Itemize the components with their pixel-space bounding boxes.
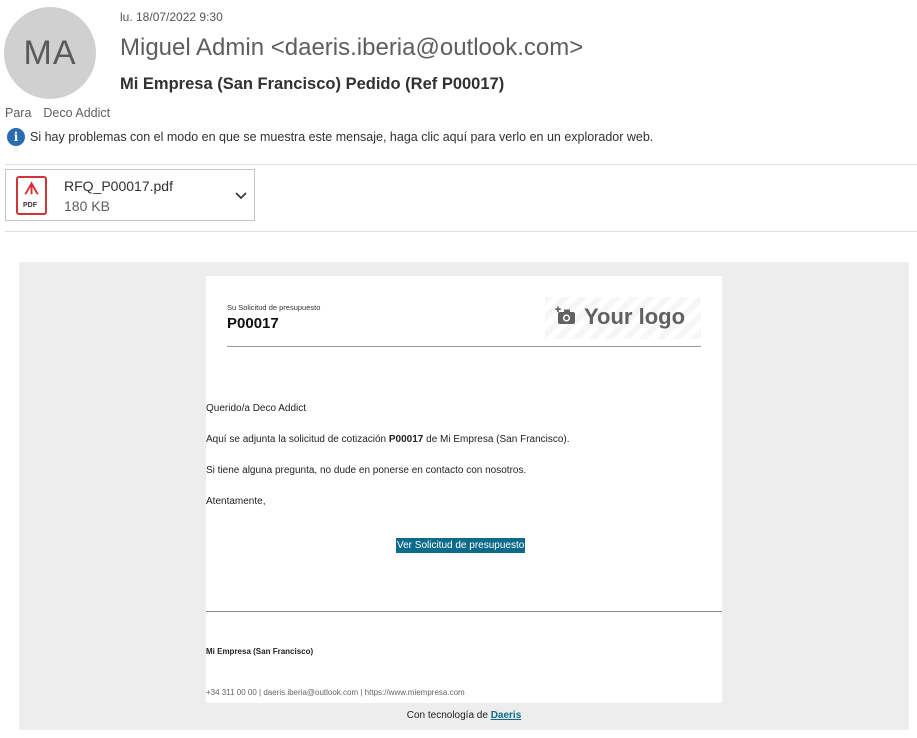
info-message[interactable]: Si hay problemas con el modo en que se m…: [30, 130, 653, 144]
greeting: Querido/a Deco Addict: [206, 403, 307, 414]
message-line-2: Si tiene alguna pregunta, no dude en pon…: [206, 465, 527, 476]
sender-name[interactable]: Miguel Admin <daeris.iberia@outlook.com>: [120, 34, 583, 62]
attachment-card[interactable]: ᗑ PDF RFQ_P00017.pdf 180 KB: [5, 169, 255, 221]
sent-date: lu. 18/07/2022 9:30: [120, 10, 223, 24]
powered-by-link[interactable]: Daeris: [491, 710, 522, 721]
view-in-browser-notice[interactable]: i Si hay problemas con el modo en que se…: [7, 128, 653, 146]
logo-text: Your logo: [584, 304, 686, 329]
to-label: Para: [5, 106, 32, 120]
header-divider: [227, 346, 701, 347]
chevron-down-icon[interactable]: [232, 186, 250, 204]
avatar[interactable]: MA: [4, 7, 96, 99]
pdf-icon: ᗑ PDF: [16, 176, 47, 215]
recipient-name[interactable]: Deco Addict: [43, 106, 110, 120]
powered-by: Con tecnología de Daeris: [406, 710, 522, 721]
camera-plus-icon: [555, 306, 575, 324]
order-reference: P00017: [388, 434, 424, 445]
divider: [5, 164, 917, 165]
rfq-label: Su Solicitud de presupuesto: [227, 303, 321, 312]
closing: Atentamente,: [206, 496, 266, 507]
attachment-size: 180 KB: [64, 198, 110, 214]
footer-divider: [206, 611, 722, 612]
email-subject: Mi Empresa (San Francisco) Pedido (Ref P…: [120, 75, 505, 93]
company-contact[interactable]: +34 311 00 00 | daeris.iberia@outlook.co…: [206, 688, 465, 697]
recipient-row: Para Deco Addict: [5, 106, 110, 120]
message-line-1: Aquí se adjunta la solicitud de cotizaci…: [206, 434, 570, 445]
attachment-filename: RFQ_P00017.pdf: [64, 178, 173, 194]
divider: [5, 231, 917, 232]
pdf-icon-label: PDF: [23, 202, 37, 209]
view-rfq-button[interactable]: Ver Solicitud de presupuesto: [396, 538, 526, 553]
rfq-reference: P00017: [227, 315, 279, 332]
email-body-card: [206, 276, 722, 703]
company-name: Mi Empresa (San Francisco): [206, 647, 314, 656]
info-icon: i: [7, 128, 25, 146]
